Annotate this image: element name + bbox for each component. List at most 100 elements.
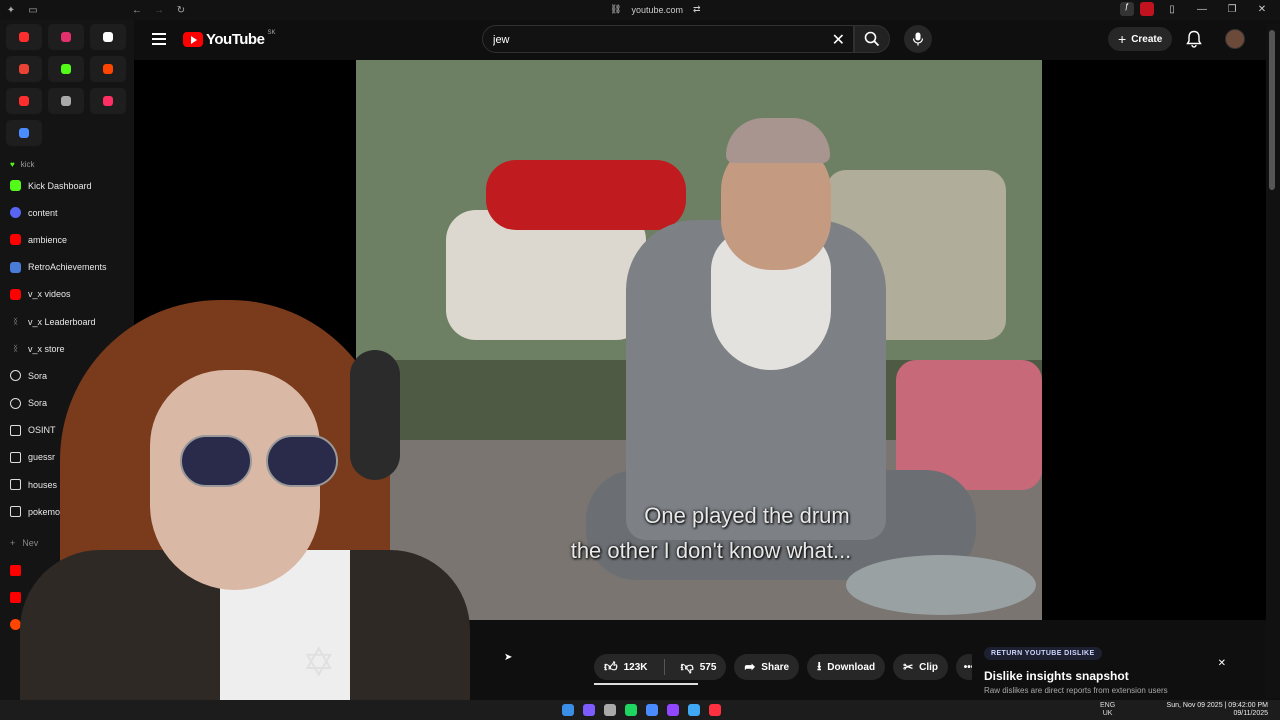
- pinned-tab[interactable]: [6, 120, 42, 146]
- link-icon: ⛓: [610, 4, 622, 14]
- account-avatar[interactable]: [1225, 29, 1245, 49]
- sidebar-item[interactable]: ambience: [0, 226, 134, 253]
- sidebar-item[interactable]: Kick Dashboard: [0, 172, 134, 199]
- pinned-tab[interactable]: [90, 56, 126, 82]
- section-kick[interactable]: ♥ kick: [0, 156, 134, 172]
- heart-icon: ♥: [10, 159, 15, 169]
- scissors-icon: ✂: [903, 660, 914, 674]
- like-ratio-bar: [594, 683, 698, 685]
- bell-icon: [1186, 30, 1202, 48]
- pinned-tab[interactable]: [6, 88, 42, 114]
- sidebar-item-label: content: [28, 207, 58, 218]
- plus-icon: +: [10, 538, 16, 549]
- page-scrollbar[interactable]: [1266, 24, 1280, 698]
- pinned-tab[interactable]: [90, 24, 126, 50]
- pinned-tab-icon: [19, 32, 29, 42]
- taskbar-app-icon[interactable]: [583, 704, 595, 716]
- browser-menu-icon[interactable]: ✦: [0, 0, 22, 20]
- taskbar-app-icon[interactable]: [667, 704, 679, 716]
- pinned-tab-icon: [103, 32, 113, 42]
- taskbar-app-icon[interactable]: [604, 704, 616, 716]
- youtube-play-icon: [183, 32, 203, 47]
- country-code: SK: [267, 29, 276, 36]
- plus-icon: +: [1118, 31, 1127, 47]
- pinned-tab[interactable]: [6, 24, 42, 50]
- like-button[interactable]: 👍︎ 123K: [594, 654, 658, 680]
- menu-icon[interactable]: [152, 33, 166, 45]
- sidebar-item[interactable]: content: [0, 199, 134, 226]
- language-indicator[interactable]: ENG UK: [1100, 702, 1115, 718]
- sidebar-toggle-icon[interactable]: ▭: [22, 0, 44, 20]
- taskbar-app-icon[interactable]: [688, 704, 700, 716]
- retroachievements-icon: [10, 261, 21, 273]
- taskbar-app-icon[interactable]: [625, 704, 637, 716]
- youtube-logo[interactable]: YouTube SK: [183, 29, 276, 48]
- subtitle-line-1: One played the drum: [644, 503, 850, 528]
- forward-icon[interactable]: →: [148, 0, 170, 20]
- voice-search-button[interactable]: [904, 25, 932, 53]
- clip-button[interactable]: ✂ Clip: [893, 654, 949, 680]
- discord-icon: [10, 207, 21, 219]
- clock-date: 09/11/2025: [1233, 710, 1268, 717]
- ryd-popup: RETURN YOUTUBE DISLIKE Dislike insights …: [972, 638, 1246, 700]
- taskbar: ENG UK Sun, Nov 09 2025 | 09:42:00 PM 09…: [0, 700, 1280, 720]
- logo-text: YouTube: [206, 31, 265, 48]
- reload-icon[interactable]: ↻: [170, 0, 192, 20]
- share-label: Share: [761, 661, 790, 673]
- close-icon[interactable]: ✕: [1218, 658, 1226, 669]
- headphones: [350, 350, 400, 480]
- pinned-tab[interactable]: [90, 88, 126, 114]
- search-input[interactable]: [493, 32, 813, 48]
- taskbar-app-icon[interactable]: [646, 704, 658, 716]
- back-icon[interactable]: ←: [126, 0, 148, 20]
- star-of-david-icon: ✡: [302, 641, 336, 685]
- pinned-tab[interactable]: [48, 24, 84, 50]
- lang-code: ENG: [1100, 702, 1116, 709]
- clock-datetime: Sun, Nov 09 2025 | 09:42:00 PM: [1166, 702, 1268, 709]
- minimize-icon[interactable]: —: [1190, 4, 1214, 15]
- scroll-thumb[interactable]: [1269, 30, 1275, 190]
- search-button[interactable]: [854, 25, 890, 53]
- pinned-tab[interactable]: [48, 88, 84, 114]
- mouse-cursor-icon: ➤: [504, 652, 513, 663]
- pinned-tab-icon: [61, 32, 71, 42]
- pinned-tab-icon: [103, 64, 113, 74]
- split-view-icon[interactable]: ▯: [1160, 4, 1184, 15]
- sidebar-item[interactable]: RetroAchievements: [0, 254, 134, 281]
- microphone-icon: [912, 32, 924, 46]
- create-button[interactable]: + Create: [1108, 27, 1173, 51]
- ryd-badge: RETURN YOUTUBE DISLIKE: [984, 647, 1102, 660]
- screen: ✦ ▭ ← → ↻ ⛓ youtube.com ⇄ ƒ ▯ — ❐ ✕ ♥ ki…: [0, 0, 1280, 720]
- taskbar-app-icon[interactable]: [562, 704, 574, 716]
- pinned-tab-icon: [61, 96, 71, 106]
- ublock-icon[interactable]: [1140, 2, 1154, 16]
- close-window-icon[interactable]: ✕: [1250, 4, 1274, 15]
- ryd-subtitle: Raw dislikes are direct reports from ext…: [984, 686, 1168, 695]
- sidebar-item-label: Kick Dashboard: [28, 180, 92, 191]
- like-dislike-group: 👍︎ 123K 👎︎ 575: [594, 654, 727, 680]
- clear-search-icon[interactable]: ✕: [832, 30, 845, 50]
- create-label: Create: [1131, 33, 1163, 45]
- extension-icon[interactable]: ƒ: [1120, 2, 1134, 16]
- search-icon: [864, 31, 880, 47]
- maximize-icon[interactable]: ❐: [1220, 4, 1244, 15]
- share-icon: ➦: [744, 659, 756, 674]
- sidebar-item-label: ambience: [28, 234, 68, 245]
- dislike-button[interactable]: 👎︎ 575: [671, 654, 727, 680]
- download-icon: ⭳: [817, 658, 822, 673]
- lang-region: UK: [1102, 710, 1113, 717]
- pinned-tab-icon: [19, 128, 29, 138]
- like-count: 123K: [623, 661, 648, 673]
- address-bar[interactable]: ⛓ youtube.com ⇄: [610, 4, 701, 15]
- share-button[interactable]: ➦ Share: [734, 654, 800, 680]
- system-clock[interactable]: Sun, Nov 09 2025 | 09:42:00 PM 09/11/202…: [1160, 702, 1268, 718]
- site-settings-icon[interactable]: ⇄: [693, 4, 701, 15]
- clip-label: Clip: [919, 661, 939, 673]
- download-button[interactable]: ⭳ Download: [807, 654, 886, 680]
- pinned-tab[interactable]: [48, 56, 84, 82]
- pinned-tab-icon: [61, 64, 71, 74]
- kick-icon: [10, 180, 21, 192]
- pinned-tab[interactable]: [6, 56, 42, 82]
- notifications-button[interactable]: [1186, 30, 1202, 53]
- taskbar-app-icon[interactable]: [709, 704, 721, 716]
